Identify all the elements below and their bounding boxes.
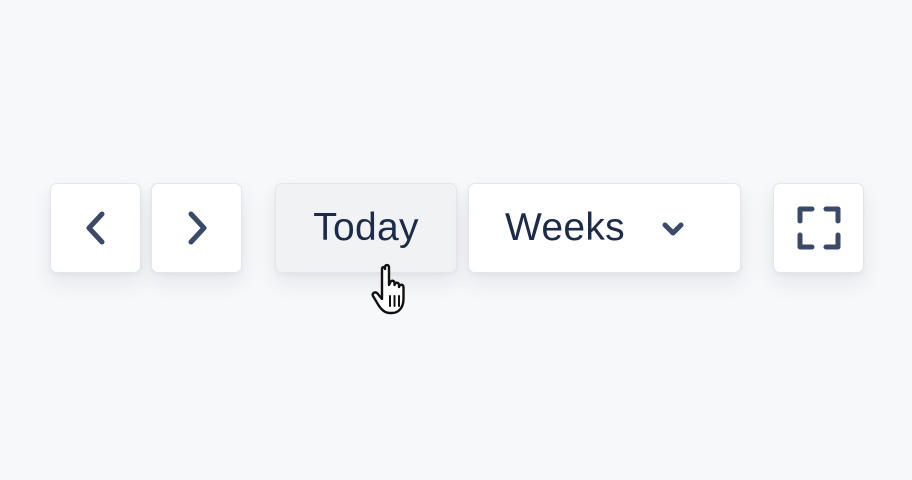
chevron-left-icon	[86, 211, 104, 245]
chevron-right-icon	[188, 211, 206, 245]
view-select-value: Weeks	[505, 206, 625, 249]
chevron-down-icon	[662, 222, 684, 236]
previous-button[interactable]	[50, 183, 141, 273]
view-select[interactable]: Weeks	[468, 183, 741, 273]
today-button-label: Today	[313, 206, 419, 249]
today-button[interactable]: Today	[275, 183, 457, 273]
calendar-toolbar: Today Weeks	[0, 0, 912, 480]
next-button[interactable]	[151, 183, 242, 273]
fullscreen-icon	[797, 206, 840, 250]
fullscreen-button[interactable]	[773, 183, 864, 273]
